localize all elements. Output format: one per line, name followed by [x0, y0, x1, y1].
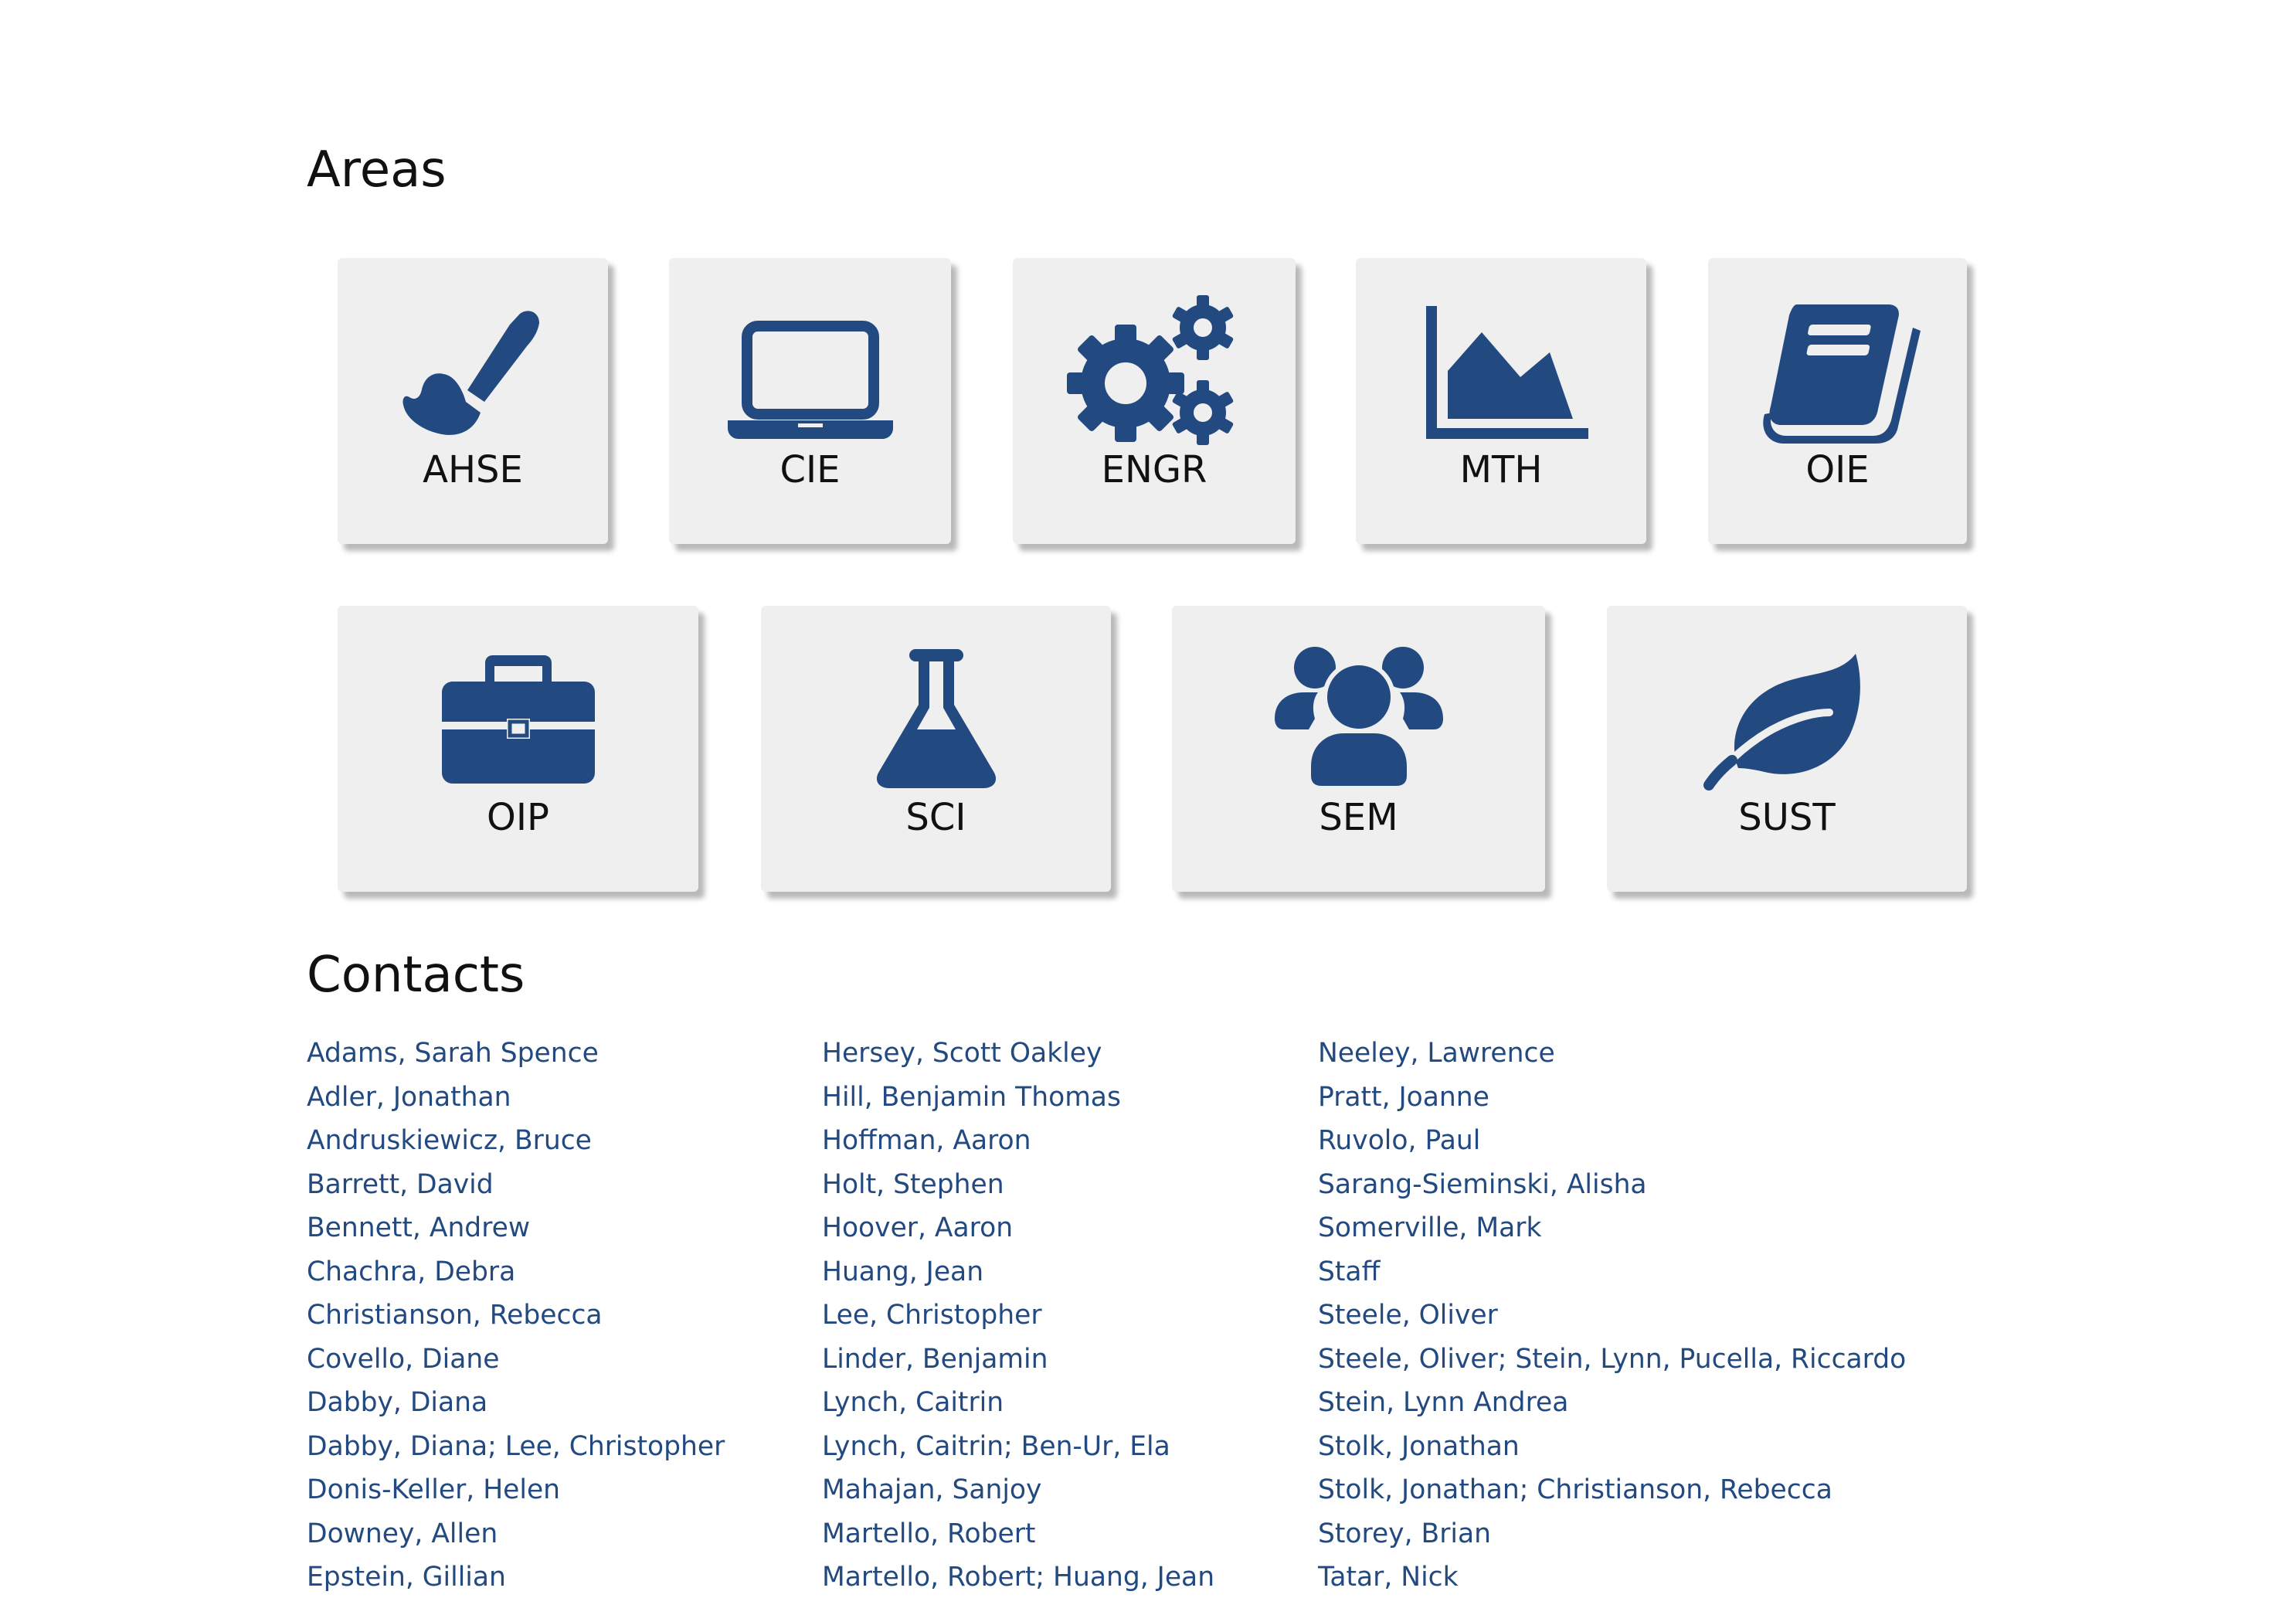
tile-label: SUST: [1738, 796, 1836, 839]
laptop-icon: [669, 297, 951, 444]
tile-label: SCI: [905, 796, 966, 839]
area-tile-engr[interactable]: ENGR: [1013, 258, 1296, 544]
contact-link[interactable]: Covello, Diane: [307, 1343, 725, 1387]
area-tile-oie[interactable]: OIE: [1708, 258, 1967, 544]
flask-icon: [761, 644, 1111, 791]
tile-label: ENGR: [1101, 448, 1207, 491]
contact-link[interactable]: Dabby, Diana: [307, 1386, 725, 1430]
contacts-heading: Contacts: [307, 947, 525, 1004]
contact-link[interactable]: Adler, Jonathan: [307, 1081, 725, 1125]
contact-link[interactable]: Mahajan, Sanjoy: [822, 1474, 1214, 1518]
contacts-column-1: Adams, Sarah Spence Adler, Jonathan Andr…: [307, 1037, 725, 1598]
contact-link[interactable]: Huang, Jean: [822, 1256, 1214, 1300]
page: Areas AHSE CIE ENGR MTH OIE OIP SCI SEM …: [0, 0, 2296, 1598]
contact-link[interactable]: Linder, Benjamin: [822, 1343, 1214, 1387]
book-icon: [1708, 297, 1967, 444]
contact-link[interactable]: Pratt, Joanne: [1318, 1081, 1906, 1125]
contact-link[interactable]: Hill, Benjamin Thomas: [822, 1081, 1214, 1125]
contact-link[interactable]: Andruskiewicz, Bruce: [307, 1124, 725, 1168]
tile-label: CIE: [779, 448, 841, 491]
area-tile-sci[interactable]: SCI: [761, 606, 1111, 892]
area-tile-mth[interactable]: MTH: [1356, 258, 1646, 544]
contact-link[interactable]: Lee, Christopher: [822, 1299, 1214, 1343]
contact-link[interactable]: Dabby, Diana; Lee, Christopher: [307, 1430, 725, 1474]
contact-link[interactable]: Martello, Robert; Huang, Jean: [822, 1561, 1214, 1598]
area-tile-sust[interactable]: SUST: [1607, 606, 1967, 892]
contact-link[interactable]: Donis-Keller, Helen: [307, 1474, 725, 1518]
area-tile-cie[interactable]: CIE: [669, 258, 951, 544]
contact-link[interactable]: Hersey, Scott Oakley: [822, 1037, 1214, 1081]
contact-link[interactable]: Epstein, Gillian: [307, 1561, 725, 1598]
contact-link[interactable]: Stolk, Jonathan: [1318, 1430, 1906, 1474]
paint-brush-icon: [338, 297, 608, 444]
contact-link[interactable]: Steele, Oliver; Stein, Lynn, Pucella, Ri…: [1318, 1343, 1906, 1387]
tile-label: AHSE: [423, 448, 523, 491]
contact-link[interactable]: Lynch, Caitrin; Ben-Ur, Ela: [822, 1430, 1214, 1474]
contact-link[interactable]: Holt, Stephen: [822, 1168, 1214, 1212]
tile-label: OIE: [1805, 448, 1870, 491]
area-chart-icon: [1356, 297, 1646, 444]
area-tile-sem[interactable]: SEM: [1172, 606, 1545, 892]
tile-label: SEM: [1319, 796, 1398, 839]
contacts-column-3: Neeley, Lawrence Pratt, Joanne Ruvolo, P…: [1318, 1037, 1906, 1598]
contact-link[interactable]: Stolk, Jonathan; Christianson, Rebecca: [1318, 1474, 1906, 1518]
contact-link[interactable]: Ruvolo, Paul: [1318, 1124, 1906, 1168]
contact-link[interactable]: Barrett, David: [307, 1168, 725, 1212]
gears-icon: [1013, 295, 1296, 445]
contact-link[interactable]: Stein, Lynn Andrea: [1318, 1386, 1906, 1430]
contact-link[interactable]: Steele, Oliver: [1318, 1299, 1906, 1343]
contact-link[interactable]: Sarang-Sieminski, Alisha: [1318, 1168, 1906, 1212]
contact-link[interactable]: Hoffman, Aaron: [822, 1124, 1214, 1168]
contact-link[interactable]: Lynch, Caitrin: [822, 1386, 1214, 1430]
briefcase-icon: [338, 644, 698, 791]
contacts-column-2: Hersey, Scott Oakley Hill, Benjamin Thom…: [822, 1037, 1214, 1598]
area-tile-oip[interactable]: OIP: [338, 606, 698, 892]
users-icon: [1172, 644, 1545, 791]
contact-link[interactable]: Adams, Sarah Spence: [307, 1037, 725, 1081]
contact-link[interactable]: Christianson, Rebecca: [307, 1299, 725, 1343]
contact-link[interactable]: Martello, Robert: [822, 1518, 1214, 1562]
leaf-icon: [1607, 644, 1967, 791]
contact-link[interactable]: Downey, Allen: [307, 1518, 725, 1562]
area-tile-ahse[interactable]: AHSE: [338, 258, 608, 544]
contact-link[interactable]: Hoover, Aaron: [822, 1212, 1214, 1256]
contact-link[interactable]: Storey, Brian: [1318, 1518, 1906, 1562]
contact-link[interactable]: Neeley, Lawrence: [1318, 1037, 1906, 1081]
contact-link[interactable]: Staff: [1318, 1256, 1906, 1300]
contact-link[interactable]: Tatar, Nick: [1318, 1561, 1906, 1598]
contact-link[interactable]: Chachra, Debra: [307, 1256, 725, 1300]
tile-label: MTH: [1459, 448, 1543, 491]
areas-heading: Areas: [307, 141, 447, 199]
contact-link[interactable]: Somerville, Mark: [1318, 1212, 1906, 1256]
tile-label: OIP: [487, 796, 549, 839]
contact-link[interactable]: Bennett, Andrew: [307, 1212, 725, 1256]
